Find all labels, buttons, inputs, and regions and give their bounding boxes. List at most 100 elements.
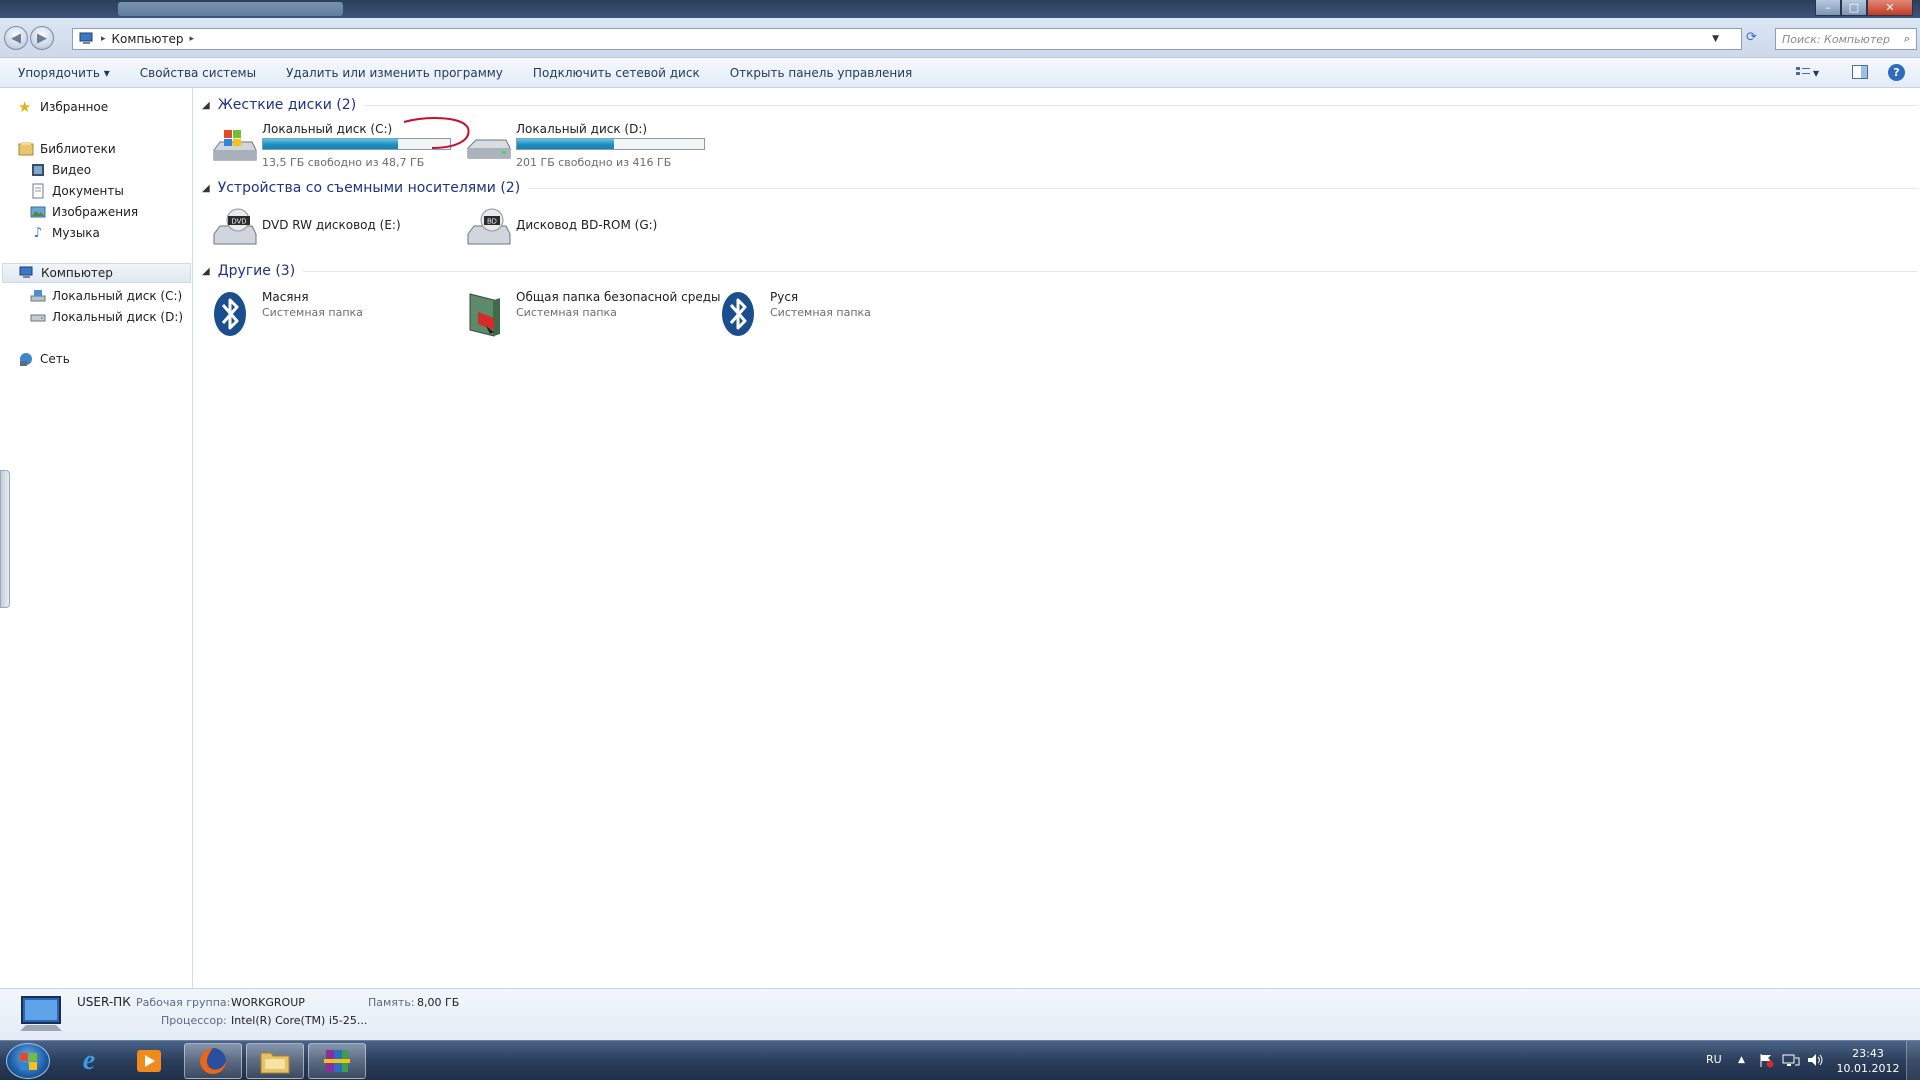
forward-button[interactable]: ▶	[30, 26, 54, 50]
network-icon	[20, 353, 32, 366]
search-icon: ⌕	[1903, 32, 1910, 45]
computer-icon	[20, 996, 62, 1031]
taskbar-internet-explorer[interactable]: e	[60, 1043, 118, 1079]
help-icon[interactable]: ?	[1888, 64, 1905, 81]
star-icon: ★	[18, 98, 32, 116]
sidebar-item-disk-c[interactable]: Локальный диск (C:)	[30, 286, 182, 306]
bd-drive-icon: BD	[467, 208, 511, 245]
drive-bd-g[interactable]: BD Дисковод BD-ROM (G:)	[464, 202, 714, 254]
clock-time: 23:43	[1852, 1047, 1884, 1060]
sidebar-item-documents[interactable]: Документы	[30, 181, 124, 201]
firefox-icon	[200, 1048, 226, 1074]
drive-dvd-e[interactable]: DVD DVD RW дисковод (E:)	[210, 202, 460, 254]
clock[interactable]: 23:43 10.01.2012	[1834, 1046, 1902, 1076]
group-header-removable[interactable]: ◢ Устройства со съемными носителями (2)	[202, 180, 1918, 196]
secure-folder-icon	[469, 293, 500, 337]
device-type: Системная папка	[262, 306, 363, 319]
breadcrumb-chevron-icon[interactable]: ▸	[189, 34, 194, 44]
refresh-icon[interactable]: ⟳	[1746, 30, 1757, 45]
device-rusya[interactable]: Руся Системная папка	[718, 286, 968, 338]
drive-free-space: 201 ГБ свободно из 416 ГБ	[516, 156, 672, 169]
sidebar-item-pictures[interactable]: Изображения	[30, 202, 138, 222]
sidebar-item-favorites[interactable]: ★ Избранное	[18, 97, 108, 117]
svg-text:BD: BD	[487, 219, 497, 226]
pictures-icon	[30, 206, 46, 218]
view-dropdown-icon: ▼	[1813, 68, 1820, 78]
breadcrumb-separator-icon: ▸	[101, 34, 106, 44]
folder-icon	[260, 1052, 290, 1074]
preview-pane-button[interactable]	[1852, 65, 1868, 82]
drive-usage-fill	[263, 139, 398, 149]
workgroup-label: Рабочая группа:	[136, 996, 231, 1009]
folder-name: Общая папка безопасной среды	[516, 290, 721, 304]
taskbar-media-player[interactable]	[120, 1043, 178, 1079]
sidebar-resize-handle[interactable]	[0, 470, 10, 608]
cpu-label: Процессор:	[161, 1014, 227, 1027]
system-properties-button[interactable]: Свойства системы	[125, 66, 271, 80]
clock-date: 10.01.2012	[1836, 1062, 1900, 1075]
taskbar-firefox[interactable]	[184, 1043, 242, 1079]
media-player-icon	[137, 1050, 161, 1072]
cpu-value: Intel(R) Core(TM) i5-25...	[231, 1014, 368, 1027]
arrow-right-icon: ▶	[37, 30, 47, 46]
show-hidden-icons-button[interactable]: ▲	[1738, 1055, 1745, 1065]
archive-icon	[324, 1050, 350, 1072]
internet-explorer-icon: e	[82, 1045, 96, 1076]
document-icon	[32, 183, 44, 199]
drive-icon	[30, 314, 46, 322]
sidebar-item-video[interactable]: Видео	[30, 160, 91, 180]
minimize-button[interactable]: –	[1815, 0, 1841, 16]
details-pane: USER-ПК Рабочая группа: WORKGROUP Память…	[0, 988, 1920, 1040]
breadcrumb-computer[interactable]: Компьютер	[112, 32, 184, 46]
language-indicator[interactable]: RU	[1706, 1053, 1722, 1066]
close-button[interactable]: ✕	[1867, 0, 1913, 16]
drive-usage-fill	[517, 139, 615, 149]
device-masyanya[interactable]: Масяня Системная папка	[210, 286, 460, 338]
address-bar[interactable]: ▸ Компьютер ▸ ▼	[72, 28, 1742, 50]
open-control-panel-button[interactable]: Открыть панель управления	[715, 66, 928, 80]
taskbar-explorer[interactable]	[246, 1043, 304, 1079]
organize-button[interactable]: Упорядочить ▾	[0, 66, 125, 80]
search-input[interactable]: Поиск: Компьютер ⌕	[1775, 28, 1917, 50]
drive-c[interactable]: Локальный диск (C:) 13,5 ГБ свободно из …	[210, 117, 470, 170]
volume-icon[interactable]	[1806, 1052, 1824, 1071]
group-header-other[interactable]: ◢ Другие (3)	[202, 263, 1918, 279]
maximize-button[interactable]: □	[1841, 0, 1867, 16]
uninstall-program-button[interactable]: Удалить или изменить программу	[271, 66, 518, 80]
group-header-hard-disks[interactable]: ◢ Жесткие диски (2)	[202, 97, 1918, 113]
secure-shared-folder[interactable]: Общая папка безопасной среды Системная п…	[464, 286, 724, 338]
sidebar-item-music[interactable]: ♪ Музыка	[30, 223, 100, 243]
red-annotation-circle	[403, 117, 470, 149]
network-tray-icon[interactable]	[1782, 1052, 1800, 1071]
address-dropdown-icon[interactable]: ▼	[1712, 34, 1719, 44]
sidebar-item-network[interactable]: Сеть	[18, 349, 70, 369]
windows-logo-icon	[20, 1053, 37, 1070]
computer-icon	[79, 32, 93, 44]
start-button[interactable]	[6, 1043, 50, 1079]
device-name: Масяня	[262, 290, 309, 304]
action-center-flag-icon[interactable]	[1758, 1052, 1774, 1071]
drive-name: DVD RW дисковод (E:)	[262, 218, 401, 232]
map-network-drive-button[interactable]: Подключить сетевой диск	[518, 66, 715, 80]
taskbar-winrar[interactable]	[308, 1043, 366, 1079]
show-desktop-button[interactable]	[1906, 1041, 1920, 1081]
drive-usage-bar	[516, 138, 705, 150]
navigation-pane: ★ Избранное Библиотеки Видео Документы И…	[0, 88, 193, 988]
sidebar-item-disk-d[interactable]: Локальный диск (D:)	[30, 307, 183, 327]
collapse-triangle-icon: ◢	[202, 99, 210, 111]
window-tab[interactable]	[118, 2, 343, 16]
taskbar: e RU ▲ 23:43 10.01.2012	[0, 1040, 1920, 1081]
drive-d[interactable]: Локальный диск (D:) 201 ГБ свободно из 4…	[464, 118, 714, 170]
music-icon: ♪	[33, 225, 43, 241]
back-button[interactable]: ◀	[4, 26, 28, 50]
system-drive-icon	[30, 290, 46, 302]
address-row: ◀ ▶ ▸ Компьютер ▸ ▼ ⟳ Поиск: Компьютер ⌕	[0, 18, 1920, 58]
workgroup-value: WORKGROUP	[231, 996, 305, 1009]
sidebar-item-libraries[interactable]: Библиотеки	[18, 139, 116, 159]
preview-pane-icon	[1852, 65, 1868, 79]
sidebar-item-computer[interactable]: Компьютер	[2, 263, 191, 283]
view-options-button[interactable]: ▼	[1796, 65, 1826, 81]
command-bar: Упорядочить ▾ Свойства системы Удалить и…	[0, 58, 1920, 88]
group-divider	[303, 270, 1918, 272]
computer-name: USER-ПК	[77, 995, 131, 1009]
